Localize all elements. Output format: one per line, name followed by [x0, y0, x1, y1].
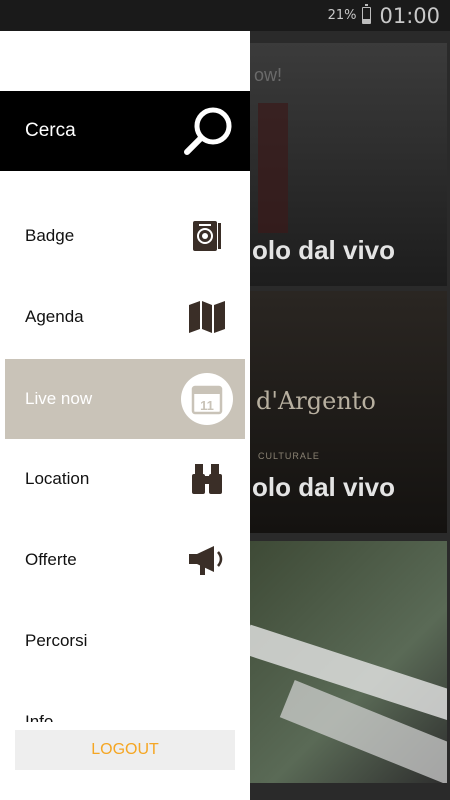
- event-card[interactable]: [250, 541, 447, 783]
- clock: 01:00: [379, 3, 440, 28]
- map-icon: [187, 297, 227, 337]
- menu-item-percorsi[interactable]: Percorsi: [5, 601, 245, 681]
- menu-item-location[interactable]: Location: [5, 439, 245, 519]
- logout-area: LOGOUT: [0, 722, 250, 800]
- menu-item-label: Percorsi: [25, 631, 88, 650]
- menu-item-badge[interactable]: Badge: [5, 196, 245, 276]
- menu-item-label: Offerte: [25, 550, 77, 569]
- card-banner-text: d'Argento: [256, 387, 376, 415]
- menu-item-live-now[interactable]: Live now 11: [5, 359, 245, 439]
- menu-item-label: Live now: [25, 389, 93, 408]
- card-title: olo dal vivo: [252, 472, 396, 502]
- menu-item-agenda[interactable]: Agenda: [5, 277, 245, 357]
- battery-icon: [362, 4, 372, 24]
- status-bar: 21% 01:00: [0, 0, 450, 31]
- search-bar[interactable]: Cerca: [0, 91, 250, 171]
- menu-item-offerte[interactable]: Offerte: [5, 520, 245, 600]
- menu-item-label: Badge: [25, 226, 75, 245]
- badge-icon: [187, 216, 227, 256]
- event-card[interactable]: ow! olo dal vivo: [250, 43, 447, 286]
- binoculars-icon: [187, 459, 227, 499]
- megaphone-icon: [187, 540, 227, 580]
- card-sub-text: CULTURALE: [258, 451, 320, 461]
- card-top-text: ow!: [254, 65, 283, 85]
- card-image: [258, 103, 288, 233]
- search-label: Cerca: [25, 120, 76, 141]
- navigation-drawer: Cerca Badge Agenda Live now 11 Location …: [0, 31, 250, 800]
- event-card[interactable]: d'Argento CULTURALE olo dal vivo: [250, 291, 447, 533]
- calendar-day: 11: [200, 398, 214, 413]
- battery-percentage: 21%: [327, 8, 357, 23]
- card-title: olo dal vivo: [252, 235, 396, 265]
- menu-item-label: Location: [25, 469, 90, 488]
- search-icon[interactable]: [182, 104, 236, 158]
- logout-button[interactable]: LOGOUT: [15, 730, 235, 770]
- calendar-icon: 11: [181, 373, 233, 425]
- menu-item-label: Agenda: [25, 307, 84, 326]
